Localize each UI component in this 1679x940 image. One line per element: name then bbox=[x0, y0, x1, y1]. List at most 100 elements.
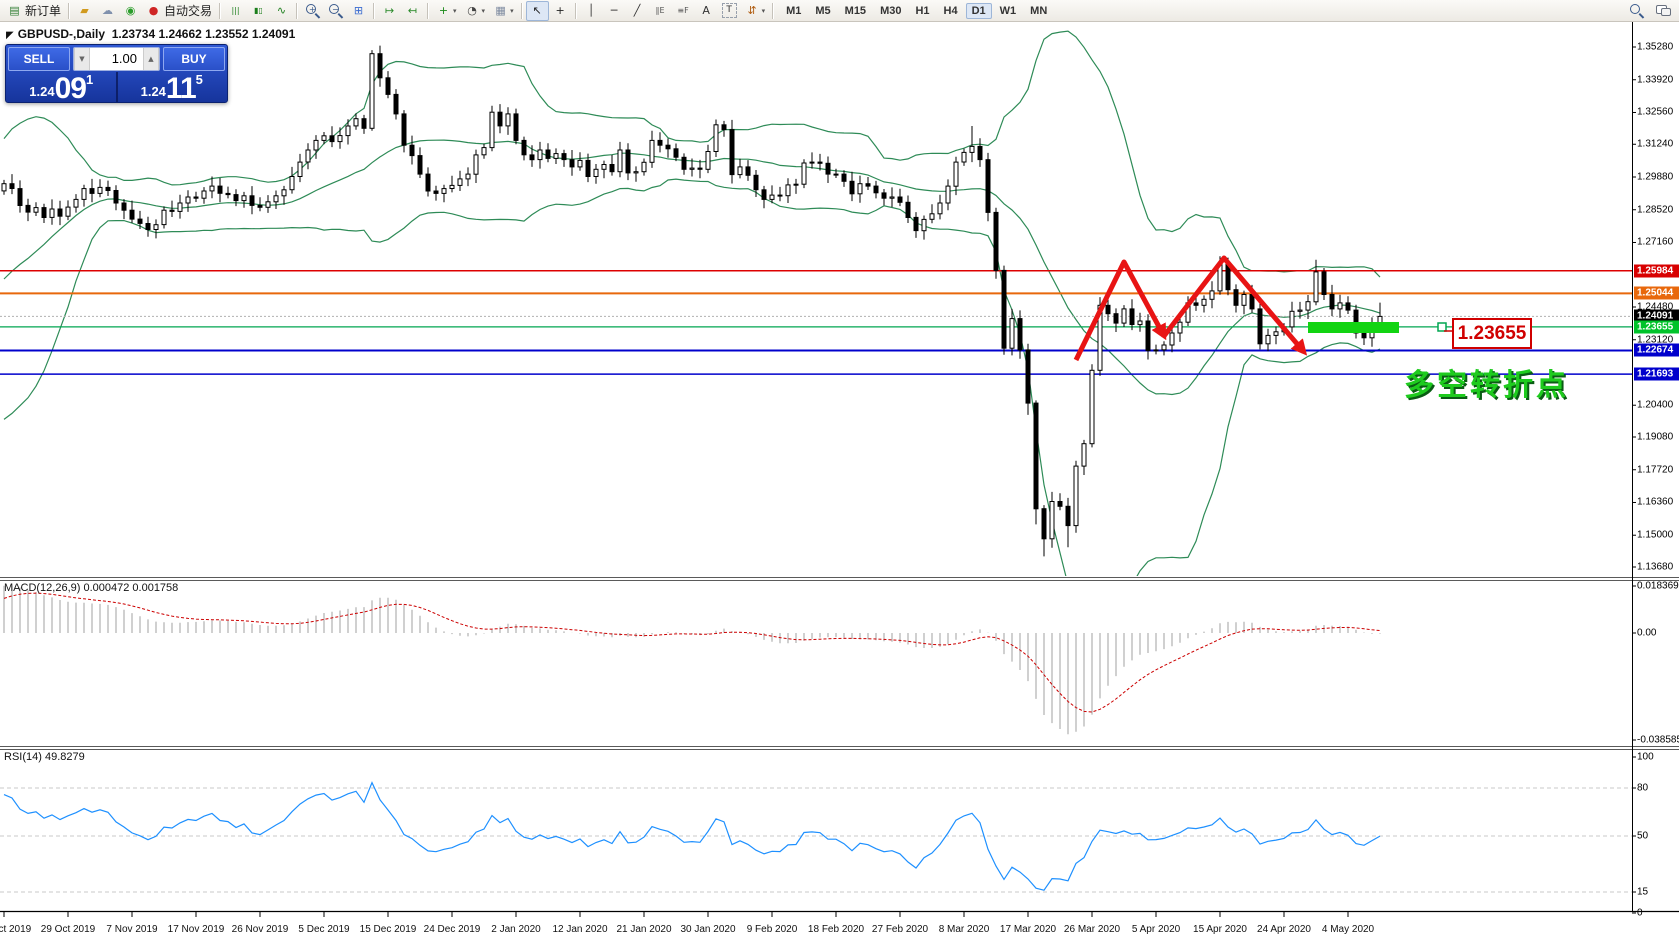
candle bbox=[1209, 281, 1215, 309]
candle bbox=[593, 164, 599, 184]
zoom-out-button[interactable]: − bbox=[324, 1, 347, 21]
equidistant-channel-button[interactable]: ∥E bbox=[649, 1, 672, 21]
text-icon: A bbox=[702, 4, 710, 17]
horizontal-line-button[interactable]: ─ bbox=[603, 1, 626, 21]
candle bbox=[1289, 301, 1295, 333]
candle bbox=[1049, 491, 1055, 548]
vertical-line-icon: │ bbox=[587, 4, 595, 17]
tile-windows-button[interactable]: ⊞ bbox=[347, 1, 370, 21]
arrows-button[interactable]: ⇵ ▾ bbox=[741, 1, 770, 21]
signal-button[interactable]: ◉ bbox=[119, 1, 142, 21]
order-controls-row: SELL ▼ 1.00 ▲ BUY bbox=[8, 47, 225, 71]
candle bbox=[641, 158, 647, 176]
candle bbox=[89, 178, 95, 203]
trendline-endpoint-handle[interactable] bbox=[1437, 322, 1447, 332]
chart-title: ◤ GBPUSD-,Daily 1.23734 1.24662 1.23552 1… bbox=[6, 27, 295, 41]
timeframe-m30[interactable]: M30 bbox=[874, 3, 907, 19]
candle bbox=[385, 71, 391, 99]
sell-price[interactable]: 1.24 09 1 bbox=[8, 72, 115, 104]
volume-stepper[interactable]: ▼ 1.00 ▲ bbox=[73, 47, 160, 71]
publish-cloud-button[interactable]: ☁ bbox=[96, 1, 119, 21]
price-callout[interactable]: 1.23655 bbox=[1452, 318, 1532, 349]
cursor-icon: ↖ bbox=[532, 4, 542, 17]
candle bbox=[1073, 460, 1079, 533]
buy-button[interactable]: BUY bbox=[163, 47, 225, 71]
candle bbox=[297, 153, 303, 183]
candle bbox=[905, 195, 911, 223]
chat-icon[interactable] bbox=[1656, 3, 1671, 18]
chart-shift-button[interactable]: ↤ bbox=[401, 1, 424, 21]
zigzag-arrow-1[interactable] bbox=[1073, 259, 1167, 362]
candle bbox=[1113, 308, 1119, 332]
history-center-icon: ▰ bbox=[80, 4, 89, 17]
candle bbox=[473, 149, 479, 183]
periods-clock-button[interactable]: ◔ ▾ bbox=[461, 1, 490, 21]
candle bbox=[1121, 305, 1127, 327]
auto-scroll-icon: ↦ bbox=[384, 4, 395, 17]
support-highlight-bar[interactable] bbox=[1308, 322, 1399, 333]
search-icon[interactable] bbox=[1629, 3, 1644, 18]
volume-increase-button[interactable]: ▲ bbox=[143, 48, 159, 70]
volume-decrease-button[interactable]: ▼ bbox=[74, 48, 90, 70]
candle bbox=[657, 132, 663, 153]
chevron-down-icon[interactable]: ▾ bbox=[482, 7, 486, 15]
crosshair-button[interactable]: + bbox=[549, 1, 572, 21]
timeframe-m5[interactable]: M5 bbox=[809, 3, 836, 19]
buy-price[interactable]: 1.24 11 5 bbox=[119, 72, 226, 105]
new-chart-button[interactable]: + ▾ bbox=[432, 1, 461, 21]
new-order-button[interactable]: ▤ 新订单 bbox=[3, 1, 65, 21]
bar-chart-button[interactable]: ||| bbox=[224, 1, 247, 21]
timeframe-m1[interactable]: M1 bbox=[780, 3, 807, 19]
candlestick-chart-icon: ▮▯ bbox=[254, 5, 263, 15]
text-button[interactable]: A bbox=[695, 1, 718, 21]
candle bbox=[17, 180, 23, 213]
trendline-button[interactable]: ╱ bbox=[626, 1, 649, 21]
axes bbox=[0, 22, 1679, 917]
volume-value[interactable]: 1.00 bbox=[90, 48, 143, 70]
candle bbox=[865, 177, 871, 190]
chevron-down-icon[interactable]: ▾ bbox=[762, 7, 766, 15]
autotrade-button[interactable]: ● 自动交易 bbox=[142, 1, 216, 21]
text-label-button[interactable]: T bbox=[718, 1, 741, 21]
candle bbox=[569, 150, 575, 176]
timeframe-mn[interactable]: MN bbox=[1024, 3, 1053, 19]
toolbar-right bbox=[1629, 3, 1671, 18]
timeframe-w1[interactable]: W1 bbox=[994, 3, 1023, 19]
candle bbox=[217, 178, 223, 203]
candle bbox=[697, 159, 703, 179]
candlestick-chart-button[interactable]: ▮▯ bbox=[247, 1, 270, 21]
fibonacci-button[interactable]: ≡F bbox=[672, 1, 695, 21]
toolbar-separator bbox=[427, 2, 430, 19]
candle bbox=[1353, 304, 1359, 339]
zoom-in-button[interactable]: + bbox=[301, 1, 324, 21]
candle bbox=[937, 194, 943, 220]
profiles-icon: ▦ bbox=[495, 4, 506, 17]
timeframe-h1[interactable]: H1 bbox=[909, 3, 935, 19]
history-center-button[interactable]: ▰ bbox=[73, 1, 96, 21]
autotrade-label: 自动交易 bbox=[164, 4, 213, 18]
candle bbox=[393, 89, 399, 120]
chevron-down-icon[interactable]: ▾ bbox=[510, 7, 514, 15]
candle bbox=[673, 143, 679, 162]
timeframe-bar: M1 M5 M15 M30 H1 H4 D1 W1 MN bbox=[779, 2, 1054, 19]
trendline-icon: ╱ bbox=[633, 4, 641, 17]
candle bbox=[601, 160, 607, 179]
auto-scroll-button[interactable]: ↦ bbox=[378, 1, 401, 21]
line-chart-button[interactable]: ∿ bbox=[270, 1, 293, 21]
timeframe-m15[interactable]: M15 bbox=[839, 3, 872, 19]
buy-price-big: 11 bbox=[165, 72, 197, 105]
vertical-line-button[interactable]: │ bbox=[580, 1, 603, 21]
timeframe-d1[interactable]: D1 bbox=[965, 2, 992, 19]
toolbar-separator bbox=[296, 2, 299, 19]
main-toolbar: ▤ 新订单 ▰ ☁ ◉ ● 自动交易 ||| ▮▯ ∿ + − ⊞ ↦ ↤ + ▾ ◔ ▾ ▦ ▾ ↖ + │ ─ ╱ ∥E ≡F A T… bbox=[0, 0, 1679, 22]
candle bbox=[1257, 300, 1263, 350]
chevron-down-icon[interactable]: ▾ bbox=[453, 7, 457, 15]
candle bbox=[105, 180, 111, 196]
sell-button[interactable]: SELL bbox=[8, 47, 70, 71]
timeframe-h4[interactable]: H4 bbox=[938, 3, 964, 19]
profiles-button[interactable]: ▦ ▾ bbox=[489, 1, 518, 21]
cursor-button[interactable]: ↖ bbox=[525, 0, 549, 21]
candle bbox=[945, 179, 951, 211]
candle bbox=[745, 160, 751, 181]
candle bbox=[801, 159, 807, 189]
